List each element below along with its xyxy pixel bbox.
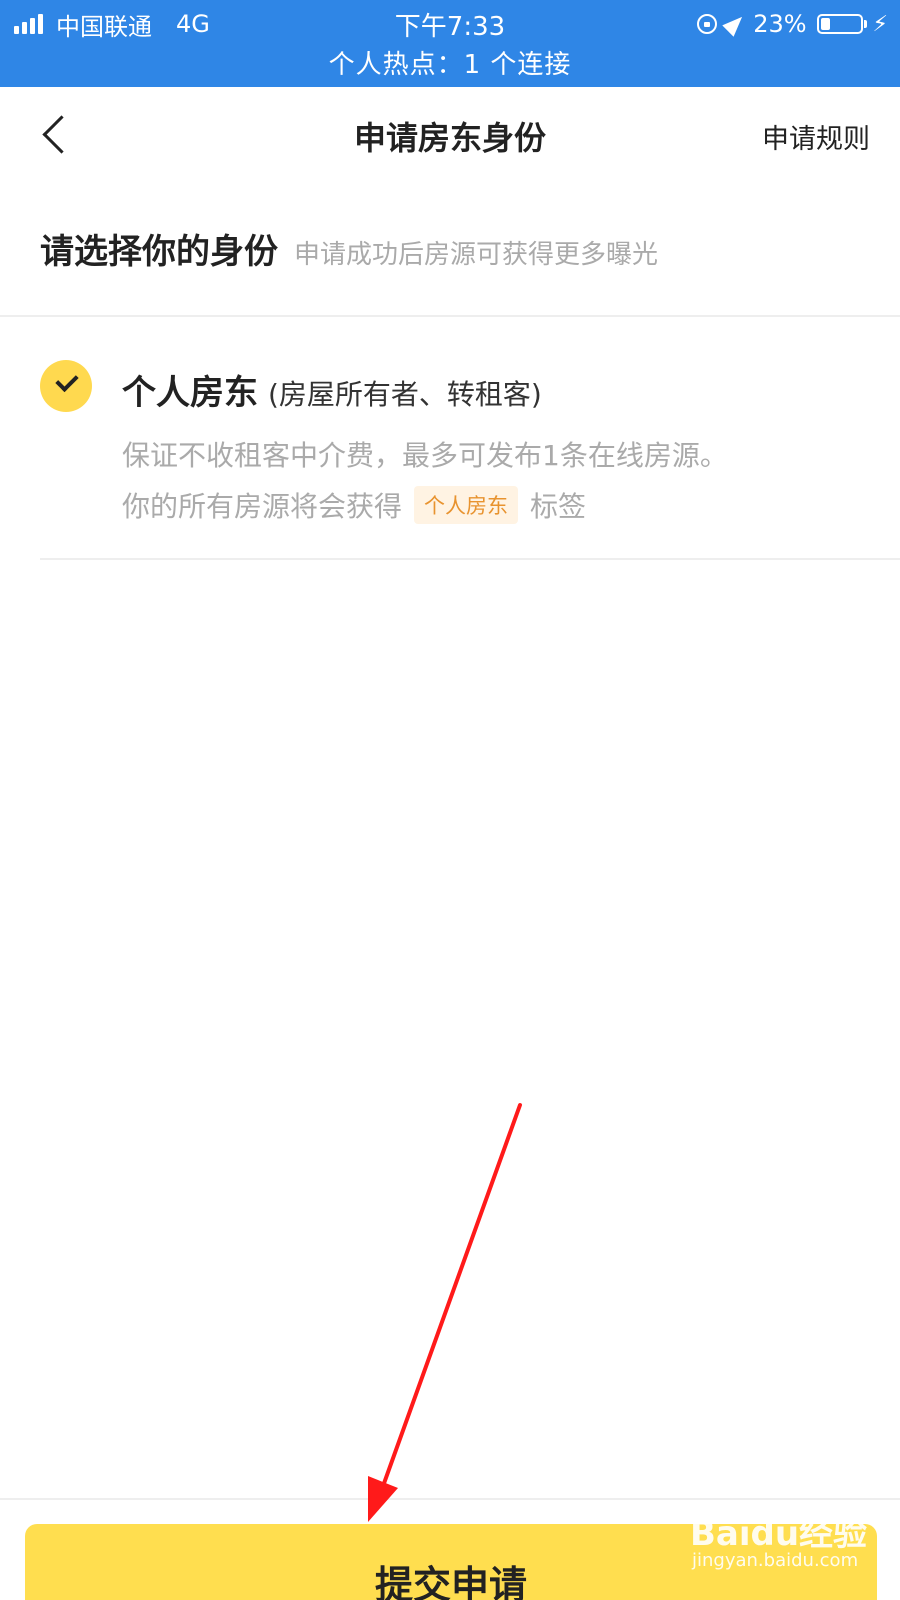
battery-cap xyxy=(863,20,867,28)
rotation-lock-icon xyxy=(697,14,718,34)
watermark-logo: Baidu经验 xyxy=(690,1514,868,1554)
option-title: 个人房东 xyxy=(122,373,258,413)
rules-link[interactable]: 申请规则 xyxy=(762,117,870,156)
app-screen: 中国联通 4G 下午7:33 23% ⚡ 个人热点：1 个连接 申请房东身份 申… xyxy=(0,0,900,1600)
check-icon[interactable] xyxy=(40,360,92,412)
divider xyxy=(40,558,900,560)
hotspot-banner[interactable]: 个人热点：1 个连接 xyxy=(0,44,900,81)
watermark-url: jingyan.baidu.com xyxy=(692,1550,859,1571)
divider xyxy=(0,1498,900,1500)
option-desc-line2: 你的所有房源将会获得 个人房东 标签 xyxy=(122,485,586,525)
nav-bar: 申请房东身份 申请规则 xyxy=(0,87,900,183)
battery-fill xyxy=(820,18,830,30)
status-bar: 中国联通 4G 下午7:33 23% ⚡ 个人热点：1 个连接 xyxy=(0,0,900,87)
baidu-watermark: Baidu经验 jingyan.baidu.com xyxy=(690,1504,890,1584)
option-title-row: 个人房东 (房屋所有者、转租客) xyxy=(122,365,542,414)
location-icon xyxy=(722,11,748,37)
section-title: 请选择你的身份 xyxy=(40,232,278,272)
option-subtitle: (房屋所有者、转租客) xyxy=(268,378,542,411)
option-desc-suffix: 标签 xyxy=(530,490,587,523)
section-header: 请选择你的身份 申请成功后房源可获得更多曝光 xyxy=(40,224,658,273)
section-subtitle: 申请成功后房源可获得更多曝光 xyxy=(294,240,659,270)
status-right: 23% ⚡ xyxy=(687,8,888,40)
landlord-tag: 个人房东 xyxy=(414,486,519,524)
battery-percent: 23% xyxy=(753,10,807,38)
charging-icon: ⚡ xyxy=(872,11,888,37)
option-desc-line1: 保证不收租客中介费，最多可发布1条在线房源。 xyxy=(122,439,728,472)
option-desc-prefix: 你的所有房源将会获得 xyxy=(122,490,403,523)
battery-icon xyxy=(816,14,863,34)
